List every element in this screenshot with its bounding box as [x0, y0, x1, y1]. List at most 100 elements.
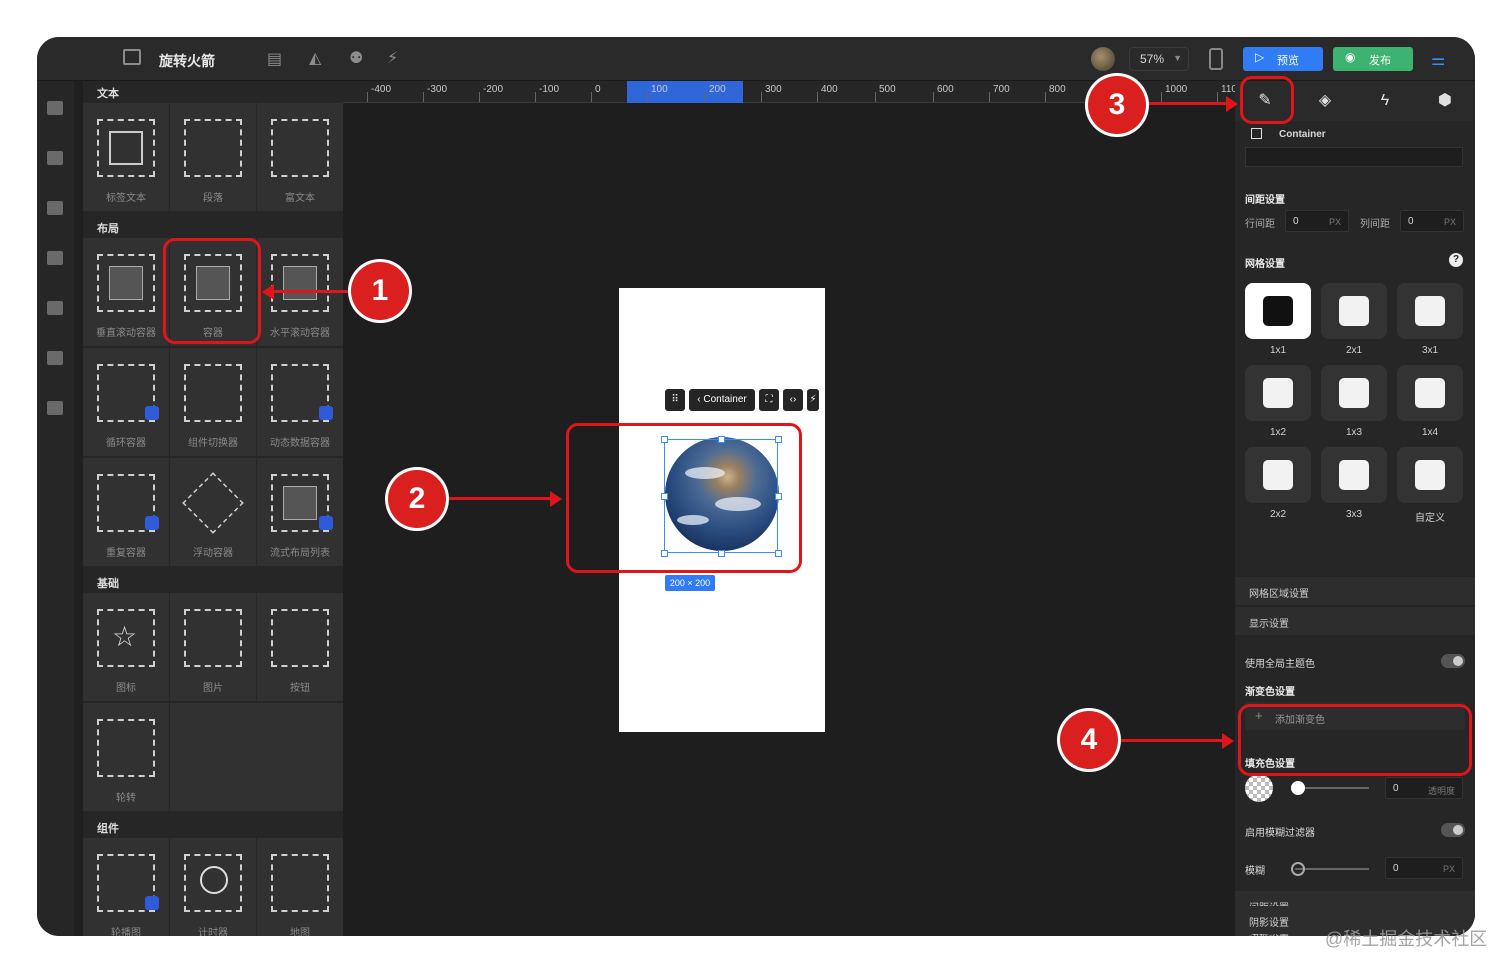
blur-filter-toggle[interactable]: [1441, 823, 1465, 837]
grid-option-2x2[interactable]: [1245, 447, 1311, 503]
grid-layout-icon: [1339, 296, 1369, 326]
ruler-tick-label: 600: [937, 84, 954, 95]
color-swatch[interactable]: [1245, 774, 1273, 802]
row-gap-label: 行间距: [1245, 219, 1275, 230]
pages-icon[interactable]: [47, 351, 63, 365]
palette-item-floating[interactable]: 浮动容器: [170, 458, 256, 566]
grid-option-label: 3x1: [1421, 345, 1439, 356]
grid-layout-icon: [1263, 296, 1293, 326]
database-icon: [145, 406, 159, 420]
grid-option-3x3[interactable]: [1321, 447, 1387, 503]
diamond-icon[interactable]: ◈: [1315, 91, 1335, 111]
grid-option-1x4[interactable]: [1397, 365, 1463, 421]
palette-item-timer[interactable]: 计时器: [170, 838, 256, 936]
grid-area-row[interactable]: 网格区域设置: [1235, 577, 1475, 605]
palette-item-icon[interactable]: ☆ 图标: [83, 593, 169, 701]
alignment-bar[interactable]: [1245, 147, 1463, 167]
help-icon[interactable]: ?: [1449, 253, 1463, 267]
components-icon[interactable]: [47, 151, 63, 165]
palette-item-map[interactable]: 地图: [257, 838, 343, 936]
plugin-icon[interactable]: ⚉: [349, 48, 363, 68]
palette-item-repeat[interactable]: 重复容器: [83, 458, 169, 566]
annotation-marker-1: 1: [351, 262, 409, 320]
palette-item-spinner[interactable]: 轮转: [83, 703, 169, 811]
package-icon[interactable]: ⬢: [1435, 91, 1455, 111]
grid-layout-icon: [1415, 378, 1445, 408]
lightning-icon[interactable]: ⚡: [807, 389, 819, 411]
lightning-icon[interactable]: ϟ: [1375, 91, 1395, 111]
section-layout-title: 布局: [97, 223, 119, 235]
layout-icon[interactable]: [47, 201, 63, 215]
arrowhead-right-icon: [1222, 733, 1234, 749]
palette-item-dynamic[interactable]: 动态数据容器: [257, 348, 343, 456]
col-gap-input[interactable]: 0 PX: [1400, 210, 1464, 232]
fullscreen-icon[interactable]: ⛶: [759, 389, 779, 411]
opacity-input[interactable]: 0 透明度: [1385, 777, 1463, 799]
layers-icon[interactable]: [47, 251, 63, 265]
container-checkbox[interactable]: [1251, 128, 1262, 139]
code-icon[interactable]: ‹›: [783, 389, 803, 411]
display-row[interactable]: 显示设置: [1235, 607, 1475, 635]
annotation-arrow: [1146, 102, 1228, 105]
preview-button[interactable]: ▷ 预览: [1243, 47, 1323, 71]
hammer-icon[interactable]: [47, 301, 63, 315]
grid-option-3x1[interactable]: [1397, 283, 1463, 339]
zoom-value: 57%: [1140, 52, 1165, 66]
ruler-tick: [367, 92, 368, 102]
ruler-tick: [1217, 92, 1218, 102]
vertical-scroll-icon: [97, 254, 155, 312]
palette-item-switcher[interactable]: 组件切换器: [170, 348, 256, 456]
col-gap-value: 0: [1408, 216, 1414, 227]
palette-item-label: 计时器: [198, 928, 228, 936]
grid-option-1x1[interactable]: [1245, 283, 1311, 339]
blur-slider-knob[interactable]: [1291, 862, 1305, 876]
device-phone-icon[interactable]: [1209, 48, 1223, 70]
avatar[interactable]: [1091, 47, 1115, 71]
palette-item-flow[interactable]: 流式布局列表: [257, 458, 343, 566]
fill-slider-knob[interactable]: [1291, 781, 1305, 795]
list-icon[interactable]: [47, 401, 63, 415]
publish-button[interactable]: ◉ 发布: [1333, 47, 1413, 71]
grid-layout-icon: [1415, 296, 1445, 326]
palette-item-vscroll[interactable]: 垂直滚动容器: [83, 238, 169, 346]
palette-item-button[interactable]: 按钮: [257, 593, 343, 701]
component-palette: 文本 标签文本 段落 富文本 布局 垂直滚动容器 容器 水平滚动容器 循环容器 …: [83, 81, 343, 936]
palette-item-label: 垂直滚动容器: [96, 328, 156, 339]
opacity-value: 0: [1393, 783, 1399, 794]
row-gap-input[interactable]: 0 PX: [1285, 210, 1349, 232]
grid-option-label: 1x1: [1269, 345, 1287, 356]
document-icon[interactable]: ▤: [267, 49, 282, 69]
arrowhead-right-icon: [550, 491, 562, 507]
zoom-select[interactable]: 57% ▼: [1129, 47, 1189, 71]
palette-item-richtext[interactable]: 富文本: [257, 103, 343, 211]
blur-input[interactable]: 0 PX: [1385, 857, 1463, 879]
grid-option-2x1[interactable]: [1321, 283, 1387, 339]
palette-item-image[interactable]: 图片: [170, 593, 256, 701]
grid-option-label: 2x1: [1345, 345, 1363, 356]
palette-item-label-text[interactable]: 标签文本: [83, 103, 169, 211]
size-tag: 200 × 200: [665, 575, 715, 591]
quick-action-icon[interactable]: ⚡: [387, 48, 398, 68]
breadcrumb-container[interactable]: ‹ Container: [689, 389, 755, 411]
annotation-marker-3: 3: [1088, 76, 1146, 134]
sidebar-toggle-icon[interactable]: [123, 49, 141, 65]
ruler-tick-label: 400: [821, 84, 838, 95]
settings-sliders-icon[interactable]: ⚌: [1431, 50, 1445, 70]
palette-item-loop[interactable]: 循环容器: [83, 348, 169, 456]
section-text-title: 文本: [97, 88, 119, 100]
drag-handle-icon[interactable]: ⠿: [665, 389, 685, 411]
spinner-icon: [97, 719, 155, 777]
palette-item-paragraph[interactable]: 段落: [170, 103, 256, 211]
publish-label: 发布: [1369, 55, 1391, 67]
chevron-down-icon: ▼: [1173, 53, 1182, 63]
blur-slider-track[interactable]: [1295, 868, 1369, 870]
palette-item-carousel[interactable]: 轮播图: [83, 838, 169, 936]
grid-option-1x2[interactable]: [1245, 365, 1311, 421]
grid-option-自定义[interactable]: [1397, 447, 1463, 503]
grid-option-1x3[interactable]: [1321, 365, 1387, 421]
palette-item-label: 按钮: [290, 683, 310, 694]
cube-icon[interactable]: [47, 101, 63, 115]
shape-icon[interactable]: ◭: [309, 48, 321, 68]
use-theme-toggle[interactable]: [1441, 654, 1465, 668]
blur-label: 模糊: [1245, 866, 1265, 877]
